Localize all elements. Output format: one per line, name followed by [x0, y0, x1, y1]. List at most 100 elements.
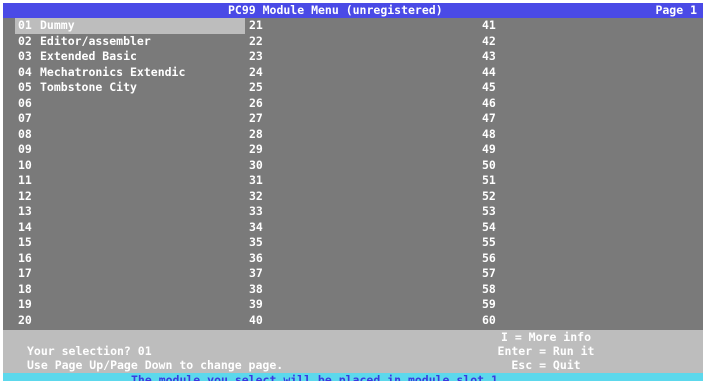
menu-item-40[interactable]: 40: [246, 313, 456, 329]
menu-item-number: 57: [482, 266, 496, 280]
menu-item-number: 11: [18, 173, 32, 187]
menu-item-number: 20: [18, 312, 32, 327]
menu-item-22[interactable]: 22: [246, 34, 456, 50]
menu-item-number: 35: [249, 235, 263, 249]
menu-item-41[interactable]: 41: [479, 18, 679, 34]
menu-item-49[interactable]: 49: [479, 142, 679, 158]
menu-item-06[interactable]: 06: [15, 96, 245, 112]
menu-item-24[interactable]: 24: [246, 65, 456, 81]
menu-item-number: 17: [18, 266, 32, 280]
menu-item-07[interactable]: 07: [15, 111, 245, 127]
menu-item-38[interactable]: 38: [246, 282, 456, 298]
menu-item-56[interactable]: 56: [479, 251, 679, 267]
module-menu: 01 Dummy 02 Editor/assembler 03 Extended Basi…: [3, 18, 703, 330]
menu-item-45[interactable]: 45: [479, 80, 679, 96]
menu-item-15[interactable]: 15: [15, 235, 245, 251]
menu-item-label: Extended Basic: [40, 49, 137, 63]
menu-item-39[interactable]: 39: [246, 297, 456, 313]
menu-item-number: 13: [18, 204, 32, 218]
menu-item-label: Tombstone City: [40, 80, 137, 94]
menu-item-43[interactable]: 43: [479, 49, 679, 65]
menu-item-number: 28: [249, 126, 263, 141]
menu-item-10[interactable]: 10: [15, 158, 245, 174]
menu-item-47[interactable]: 47: [479, 111, 679, 127]
menu-item-number: 37: [249, 266, 263, 280]
menu-item-number: 02: [18, 33, 32, 48]
menu-item-05[interactable]: 05 Tombstone City: [15, 80, 245, 96]
menu-item-number: 10: [18, 157, 32, 172]
menu-item-label: Dummy: [40, 18, 75, 32]
selection-prompt[interactable]: Your selection? 01: [27, 344, 152, 358]
menu-item-number: 32: [249, 188, 263, 203]
menu-item-number: 51: [482, 173, 496, 187]
menu-item-55[interactable]: 55: [479, 235, 679, 251]
menu-item-18[interactable]: 18: [15, 282, 245, 298]
menu-item-31[interactable]: 31: [246, 173, 456, 189]
menu-item-number: 23: [249, 49, 263, 63]
menu-item-number: 07: [18, 111, 32, 125]
menu-item-number: 26: [249, 95, 263, 110]
menu-item-21[interactable]: 21: [246, 18, 456, 34]
menu-item-number: 05: [18, 80, 32, 94]
menu-item-59[interactable]: 59: [479, 297, 679, 313]
menu-item-35[interactable]: 35: [246, 235, 456, 251]
menu-item-09[interactable]: 09: [15, 142, 245, 158]
menu-item-number: 43: [482, 49, 496, 63]
title-bar: PC99 Module Menu (unregistered) Page 1: [3, 3, 703, 18]
menu-item-number: 25: [249, 80, 263, 94]
menu-item-48[interactable]: 48: [479, 127, 679, 143]
menu-item-58[interactable]: 58: [479, 282, 679, 298]
key-help: I = More info Enter = Run it Esc = Quit: [481, 330, 611, 372]
menu-item-52[interactable]: 52: [479, 189, 679, 205]
menu-item-25[interactable]: 25: [246, 80, 456, 96]
menu-item-08[interactable]: 08: [15, 127, 245, 143]
menu-item-20[interactable]: 20: [15, 313, 245, 329]
menu-item-37[interactable]: 37: [246, 266, 456, 282]
menu-item-number: 21: [249, 18, 263, 32]
menu-item-number: 42: [482, 33, 496, 48]
menu-item-27[interactable]: 27: [246, 111, 456, 127]
menu-item-50[interactable]: 50: [479, 158, 679, 174]
menu-item-number: 60: [482, 312, 496, 327]
menu-item-28[interactable]: 28: [246, 127, 456, 143]
menu-item-13[interactable]: 13: [15, 204, 245, 220]
menu-item-29[interactable]: 29: [246, 142, 456, 158]
menu-item-11[interactable]: 11: [15, 173, 245, 189]
menu-item-number: 14: [18, 219, 32, 234]
menu-item-number: 06: [18, 95, 32, 110]
menu-item-23[interactable]: 23: [246, 49, 456, 65]
menu-item-19[interactable]: 19: [15, 297, 245, 313]
menu-item-16[interactable]: 16: [15, 251, 245, 267]
menu-item-number: 12: [18, 188, 32, 203]
menu-item-36[interactable]: 36: [246, 251, 456, 267]
menu-item-42[interactable]: 42: [479, 34, 679, 50]
menu-item-02[interactable]: 02 Editor/assembler: [15, 34, 245, 50]
menu-item-34[interactable]: 34: [246, 220, 456, 236]
menu-item-54[interactable]: 54: [479, 220, 679, 236]
menu-item-number: 33: [249, 204, 263, 218]
menu-item-46[interactable]: 46: [479, 96, 679, 112]
menu-item-number: 59: [482, 297, 496, 311]
menu-item-14[interactable]: 14: [15, 220, 245, 236]
menu-item-51[interactable]: 51: [479, 173, 679, 189]
menu-item-30[interactable]: 30: [246, 158, 456, 174]
menu-item-17[interactable]: 17: [15, 266, 245, 282]
menu-item-number: 39: [249, 297, 263, 311]
key-help-more-info: I = More info: [500, 330, 591, 344]
menu-item-01[interactable]: 01 Dummy: [15, 18, 245, 34]
menu-item-53[interactable]: 53: [479, 204, 679, 220]
footer-panel: Your selection? 01 Use Page Up/Page Down…: [3, 330, 703, 373]
app-title: PC99 Module Menu (unregistered): [228, 3, 443, 17]
menu-item-12[interactable]: 12: [15, 189, 245, 205]
menu-item-33[interactable]: 33: [246, 204, 456, 220]
menu-item-44[interactable]: 44: [479, 65, 679, 81]
menu-item-number: 44: [482, 64, 496, 79]
menu-column-1: 01 Dummy 02 Editor/assembler 03 Extended Basi…: [15, 18, 245, 328]
menu-item-03[interactable]: 03 Extended Basic: [15, 49, 245, 65]
menu-item-60[interactable]: 60: [479, 313, 679, 329]
menu-item-04[interactable]: 04 Mechatronics Extendic: [15, 65, 245, 81]
menu-item-26[interactable]: 26: [246, 96, 456, 112]
menu-item-57[interactable]: 57: [479, 266, 679, 282]
menu-item-number: 09: [18, 142, 32, 156]
menu-item-32[interactable]: 32: [246, 189, 456, 205]
